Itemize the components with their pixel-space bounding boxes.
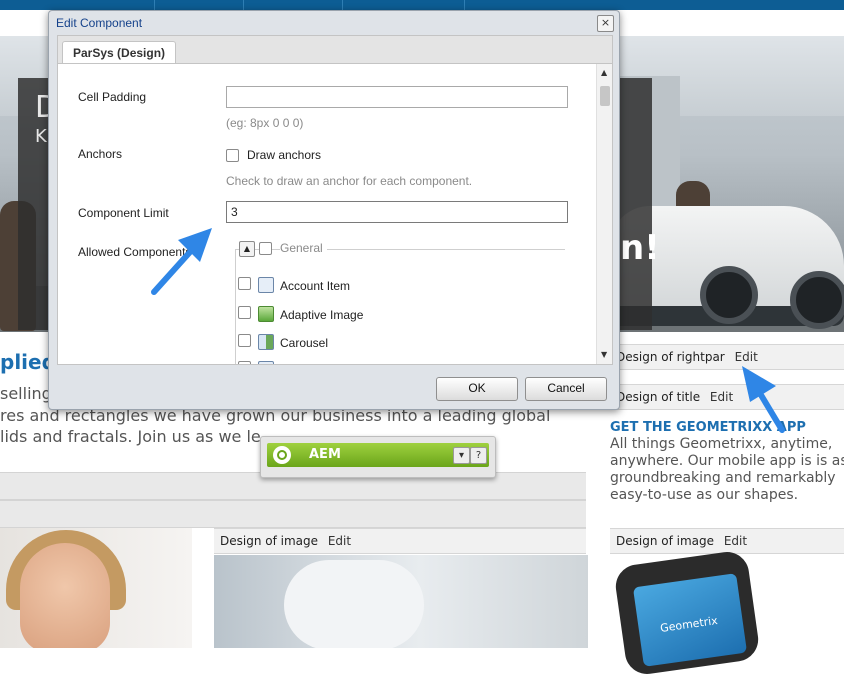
component-limit-input[interactable]	[226, 201, 568, 223]
hero-subheading-fragment: K	[35, 126, 47, 147]
phone-image: Geometrix	[612, 549, 762, 677]
design-bar-label: Design of image	[616, 534, 715, 548]
ok-button[interactable]: OK	[436, 377, 518, 401]
nav-separator	[342, 0, 343, 10]
adaptive-image-checkbox[interactable]	[238, 306, 251, 319]
account-item-label[interactable]: Account Item	[280, 279, 350, 293]
design-bar-image: Design of image Edit	[214, 528, 586, 554]
adaptive-image-icon	[258, 306, 274, 322]
scroll-down-icon[interactable]: ▼	[601, 350, 607, 359]
nav-separator	[464, 0, 465, 10]
account-item-icon	[258, 277, 274, 293]
sidekick-help-button[interactable]: ?	[470, 447, 487, 464]
app-promo-line: groundbreaking and remarkably	[610, 470, 836, 486]
nav-separator	[154, 0, 155, 10]
aem-sidekick[interactable]: AEM ▾ ?	[260, 436, 496, 478]
collapse-icon[interactable]: ▲	[239, 241, 255, 257]
body-text-line: selling	[0, 384, 52, 403]
anchors-hint: Check to draw an anchor for each compone…	[226, 174, 473, 188]
app-promo-line: easy-to-use as our shapes.	[610, 487, 799, 503]
design-bar-label: Design of image	[220, 534, 319, 548]
paragraph-strip	[0, 500, 586, 528]
tab-parsys-design[interactable]: ParSys (Design)	[62, 41, 177, 65]
nav-separator	[243, 0, 244, 10]
carousel-icon	[258, 334, 274, 350]
carousel-label[interactable]: Carousel	[280, 336, 328, 350]
annotation-arrow-icon	[151, 228, 212, 295]
general-group-label: General	[280, 241, 327, 255]
general-group-checkbox[interactable]	[259, 242, 272, 255]
tab-strip: ParSys (Design)	[57, 35, 613, 65]
edit-link[interactable]: Edit	[724, 534, 747, 548]
adaptive-image-label[interactable]: Adaptive Image	[280, 308, 363, 322]
group-border	[235, 249, 236, 364]
hero-tagline-fragment: n!	[620, 228, 660, 268]
body-text-line: lids and fractals. Join us as we le...	[0, 427, 277, 446]
dialog-panel: Cell Padding (eg: 8px 0 0 0) Anchors Dra…	[57, 63, 613, 365]
cell-padding-hint: (eg: 8px 0 0 0)	[226, 116, 304, 130]
design-bar-label: Design of rightpar	[616, 350, 725, 364]
app-promo-line: anywhere. Our mobile app is is as	[610, 453, 844, 469]
close-button[interactable]: ×	[597, 15, 614, 32]
panel-scrollbar[interactable]: ▲ ▼	[596, 64, 612, 364]
sidekick-menu-button[interactable]: ▾	[453, 447, 470, 464]
account-item-checkbox[interactable]	[238, 277, 251, 290]
edit-link[interactable]: Edit	[328, 534, 351, 548]
sidekick-header[interactable]: AEM ▾ ?	[267, 443, 489, 467]
next-item-checkbox[interactable]	[238, 361, 251, 364]
app-promo-line: All things Geometrixx, anytime,	[610, 436, 833, 452]
draw-anchors-checkbox[interactable]	[226, 149, 239, 162]
portrait-image	[0, 528, 192, 648]
carousel-checkbox[interactable]	[238, 334, 251, 347]
next-item-icon	[258, 361, 274, 364]
edit-link[interactable]: Edit	[710, 390, 733, 404]
cancel-button[interactable]: Cancel	[525, 377, 607, 401]
scroll-thumb[interactable]	[600, 86, 610, 106]
scroll-up-icon[interactable]: ▲	[601, 68, 607, 77]
edit-component-dialog: Edit Component × ParSys (Design) Cell Pa…	[48, 10, 620, 410]
design-bar-label: Design of title	[616, 390, 701, 404]
top-nav-bar	[0, 0, 844, 10]
draw-anchors-label[interactable]: Draw anchors	[247, 148, 321, 162]
design-bar-image: Design of image Edit	[610, 528, 844, 554]
lab-image	[214, 555, 588, 648]
sidekick-title: AEM	[309, 447, 341, 462]
aem-logo-icon	[273, 446, 291, 464]
cell-padding-input[interactable]	[226, 86, 568, 108]
dialog-title: Edit Component	[56, 16, 143, 30]
cell-padding-label: Cell Padding	[78, 90, 147, 104]
anchors-label: Anchors	[78, 147, 123, 161]
annotation-arrow-icon	[742, 366, 785, 433]
component-limit-label: Component Limit	[78, 206, 169, 220]
